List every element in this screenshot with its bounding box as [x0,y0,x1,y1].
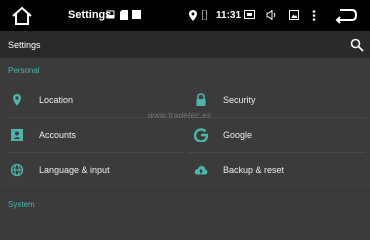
back-icon[interactable] [334,7,358,25]
search-icon[interactable] [350,38,364,52]
settings-item-label: Accounts [39,130,77,140]
settings-item-label: Location [39,95,74,105]
section-header-personal: Personal [8,66,40,75]
section-header-system: System [8,200,35,209]
app-title: Settings [68,9,112,21]
settings-item-label: Google [223,130,253,140]
settings-item-security[interactable]: Security [192,83,370,117]
screenshot-icon[interactable] [244,10,255,19]
google-icon [194,128,208,142]
watermark-text: www.tradetec.es [148,111,212,120]
accounts-icon [11,129,23,141]
settings-item-accounts[interactable]: Accounts [8,118,186,152]
sd-card-icon [106,10,115,19]
vibrate-icon [202,10,207,20]
home-icon[interactable] [10,5,34,27]
volume-icon[interactable] [266,10,276,20]
settings-item-label: Backup & reset [223,165,285,175]
image-icon[interactable] [289,10,299,20]
location-icon [13,94,21,106]
settings-item-google[interactable]: Google [192,118,370,152]
settings-item-backup[interactable]: Backup & reset [192,153,370,187]
clock: 11:31 [216,10,242,21]
page-title: Settings [8,40,41,50]
globe-icon [10,163,24,177]
location-icon [189,10,197,21]
settings-item-language[interactable]: Language & input [8,153,186,187]
settings-item-label: Security [223,95,256,105]
overflow-menu-icon[interactable] [312,10,316,21]
status-bar: Settings 11:31 [0,0,370,31]
cloud-upload-icon [194,166,208,175]
sim-icon [120,10,128,20]
settings-item-label: Language & input [39,165,110,175]
square-icon [132,10,141,19]
divider [0,190,370,191]
lock-icon [196,93,206,106]
toolbar: Settings [0,31,370,58]
